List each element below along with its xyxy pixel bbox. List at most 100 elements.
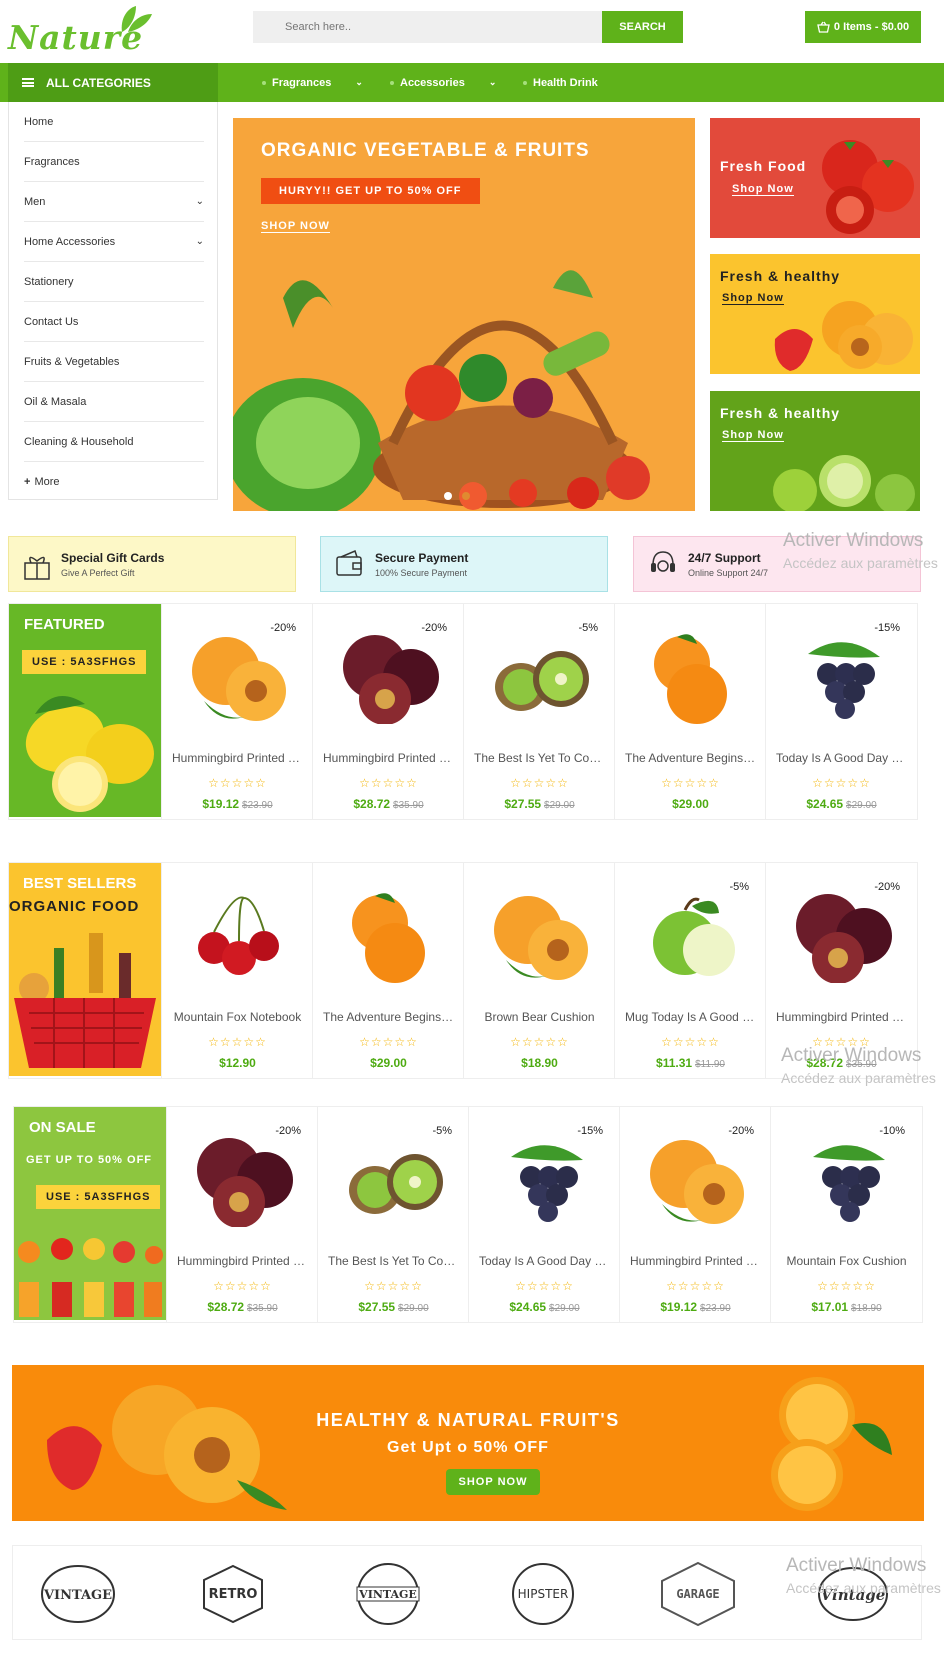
product-card[interactable]: -5% Mug Today Is A Good Day ☆☆☆☆☆ $11.31 $11… bbox=[614, 863, 765, 1078]
side-banner-fresh-healthy-2[interactable]: Fresh & healthy Shop Now bbox=[710, 391, 920, 511]
product-card[interactable]: The Adventure Begins Framed ☆☆☆☆☆ $29.00 bbox=[312, 863, 464, 1078]
sidebar-item-label: Oil & Masala bbox=[24, 395, 87, 408]
product-image[interactable] bbox=[642, 1132, 748, 1227]
product-name[interactable]: Hummingbird Printed Sweater bbox=[167, 1254, 318, 1268]
product-name[interactable]: Hummingbird Printed T-Shirt bbox=[620, 1254, 771, 1268]
sidebar-item-cleaning-household[interactable]: Cleaning & Household bbox=[24, 422, 204, 462]
product-image[interactable] bbox=[637, 888, 743, 983]
product-image[interactable] bbox=[637, 629, 743, 724]
product-name[interactable]: Hummingbird Printed Sweater bbox=[766, 1010, 917, 1024]
current-price: $28.72 bbox=[353, 797, 391, 811]
product-card[interactable]: -15%Today Is A Good Day Framed☆☆☆☆☆$24.6… bbox=[468, 1107, 620, 1322]
product-name[interactable]: Mountain Fox Notebook bbox=[162, 1010, 313, 1024]
product-name[interactable]: The Best Is Yet To Come bbox=[318, 1254, 469, 1268]
nav-item-health-drink[interactable]: Health Drink bbox=[523, 63, 598, 102]
all-categories-button[interactable]: ALL CATEGORIES bbox=[8, 63, 218, 102]
product-card[interactable]: -20%Hummingbird Printed Sweater☆☆☆☆☆$28.… bbox=[312, 604, 464, 819]
cart-button[interactable]: 0 Items - $0.00 bbox=[805, 11, 921, 43]
hero-slider[interactable]: ORGANIC VEGETABLE & FRUITS HURYY!! GET U… bbox=[233, 118, 695, 511]
product-image[interactable] bbox=[340, 1132, 446, 1227]
product-image[interactable] bbox=[189, 1132, 295, 1228]
search-button[interactable]: SEARCH bbox=[602, 11, 683, 43]
side-banner-fresh-food[interactable]: Fresh Food Shop Now bbox=[710, 118, 920, 238]
sidebar-more-link[interactable]: + More bbox=[24, 462, 204, 502]
sidebar-item-fragrances[interactable]: Fragrances bbox=[24, 142, 204, 182]
sidebar-item-label: Home Accessories bbox=[24, 235, 116, 248]
product-image[interactable] bbox=[184, 629, 290, 724]
current-price: $24.65 bbox=[509, 1300, 547, 1314]
current-price: $27.55 bbox=[504, 797, 542, 811]
product-card[interactable]: -20% Hummingbird Printed T-Shirt ☆☆☆☆☆ $19.… bbox=[161, 604, 313, 819]
featured-promo[interactable]: FEATURED USE : 5A3SFHGS bbox=[9, 604, 161, 817]
slider-dot[interactable] bbox=[444, 492, 452, 500]
current-price: $19.12 bbox=[202, 797, 240, 811]
service-subtitle: Give A Perfect Gift bbox=[61, 567, 135, 578]
product-name[interactable]: The Adventure Begins Framed bbox=[615, 751, 766, 765]
side-banner-fresh-healthy-1[interactable]: Fresh & healthy Shop Now bbox=[710, 254, 920, 374]
product-name[interactable]: Mug Today Is A Good Day bbox=[615, 1010, 766, 1024]
product-name[interactable]: Hummingbird Printed Sweater bbox=[313, 751, 464, 765]
product-name[interactable]: Today Is A Good Day Framed bbox=[766, 751, 917, 765]
product-name[interactable]: The Adventure Begins Framed bbox=[313, 1010, 464, 1024]
product-image[interactable] bbox=[491, 1132, 597, 1227]
sidebar-item-contact-us[interactable]: Contact Us bbox=[24, 302, 204, 342]
product-name[interactable]: Mountain Fox Cushion bbox=[771, 1254, 922, 1268]
bullet-icon bbox=[262, 80, 266, 85]
product-image[interactable] bbox=[793, 1132, 899, 1227]
rating-stars: ☆☆☆☆☆ bbox=[364, 1279, 423, 1293]
product-image[interactable] bbox=[486, 629, 592, 724]
product-price: $17.01 $18.90 bbox=[771, 1300, 922, 1314]
watermark-title: Activer Windows bbox=[786, 1555, 927, 1576]
chevron-down-icon: ⌄ bbox=[195, 236, 204, 247]
banner-shop-button[interactable]: SHOP NOW bbox=[446, 1469, 540, 1495]
onsale-promo[interactable]: ON SALE GET UP TO 50% OFF USE : 5A3SFHGS bbox=[14, 1107, 166, 1320]
service-title: Special Gift Cards bbox=[61, 550, 165, 565]
product-image[interactable] bbox=[486, 888, 592, 983]
site-logo[interactable]: Nature bbox=[8, 4, 152, 57]
promo-banner[interactable]: HEALTHY & NATURAL FRUIT'S Get Upt o 50% … bbox=[12, 1365, 924, 1521]
brand-logo[interactable]: HIPSTER bbox=[503, 1561, 583, 1627]
sidebar-item-fruits-vegetables[interactable]: Fruits & Vegetables bbox=[24, 342, 204, 382]
product-image[interactable] bbox=[788, 888, 894, 984]
product-name[interactable]: Today Is A Good Day Framed bbox=[469, 1254, 620, 1268]
sidebar-item-stationery[interactable]: Stationery bbox=[24, 262, 204, 302]
product-card[interactable]: -5% The Best Is Yet To Come ☆☆☆☆☆ $27.55 $29… bbox=[463, 604, 614, 819]
product-card[interactable]: -5% The Best Is Yet To Come ☆☆☆☆☆ $27.55 $29… bbox=[317, 1107, 468, 1322]
menu-icon bbox=[22, 78, 34, 87]
search-input[interactable] bbox=[253, 11, 603, 43]
coupon-code: USE : 5A3SFHGS bbox=[22, 650, 147, 674]
bestsellers-promo[interactable]: BEST SELLERS ORGANIC FOOD bbox=[9, 863, 161, 1076]
rating-stars: ☆☆☆☆☆ bbox=[213, 1279, 272, 1293]
brand-logo[interactable]: GARAGE bbox=[658, 1561, 738, 1627]
sidebar-item-home[interactable]: Home bbox=[24, 102, 204, 142]
product-image[interactable] bbox=[788, 629, 894, 724]
side-banner-link[interactable]: Shop Now bbox=[722, 429, 784, 442]
sidebar-item-men[interactable]: Men ⌄ bbox=[24, 182, 204, 222]
slider-dot[interactable] bbox=[462, 492, 470, 500]
side-banner-link[interactable]: Shop Now bbox=[732, 183, 794, 196]
product-image[interactable] bbox=[335, 888, 441, 983]
product-image[interactable] bbox=[335, 629, 441, 725]
product-card[interactable]: Mountain Fox Notebook ☆☆☆☆☆ $12.90 bbox=[161, 863, 312, 1078]
product-name[interactable]: Brown Bear Cushion bbox=[464, 1010, 615, 1024]
product-name[interactable]: Hummingbird Printed T-Shirt bbox=[162, 751, 313, 765]
product-card[interactable]: -15%Today Is A Good Day Framed☆☆☆☆☆$24.6… bbox=[765, 604, 917, 819]
coupon-code: USE : 5A3SFHGS bbox=[36, 1185, 161, 1209]
sidebar-item-home-accessories[interactable]: Home Accessories ⌄ bbox=[24, 222, 204, 262]
product-card[interactable]: -20%Hummingbird Printed Sweater☆☆☆☆☆$28.… bbox=[166, 1107, 318, 1322]
product-card[interactable]: -10% Mountain Fox Cushion ☆☆☆☆☆ $17.01 $18.9… bbox=[770, 1107, 921, 1322]
sidebar-item-oil-masala[interactable]: Oil & Masala bbox=[24, 382, 204, 422]
product-name[interactable]: The Best Is Yet To Come bbox=[464, 751, 615, 765]
product-card[interactable]: Brown Bear Cushion ☆☆☆☆☆ $18.90 bbox=[463, 863, 614, 1078]
hero-shop-link[interactable]: SHOP NOW bbox=[261, 220, 330, 233]
product-card[interactable]: -20% Hummingbird Printed T-Shirt ☆☆☆☆☆ $19.… bbox=[619, 1107, 771, 1322]
sidebar-item-label: Cleaning & Household bbox=[24, 435, 134, 448]
product-image[interactable] bbox=[184, 888, 290, 983]
brand-logo[interactable]: VINTAGE bbox=[38, 1561, 118, 1627]
brand-logo[interactable]: VINTAGE bbox=[348, 1561, 428, 1627]
service-secure-payment: Secure Payment 100% Secure Payment bbox=[320, 536, 608, 592]
product-card[interactable]: The Adventure Begins Framed ☆☆☆☆☆ $29.00 bbox=[614, 604, 766, 819]
nav-item-fragrances[interactable]: Fragrances ⌄ bbox=[262, 63, 363, 102]
nav-item-accessories[interactable]: Accessories ⌄ bbox=[390, 63, 496, 102]
brand-logo[interactable]: RETRO bbox=[193, 1561, 273, 1627]
